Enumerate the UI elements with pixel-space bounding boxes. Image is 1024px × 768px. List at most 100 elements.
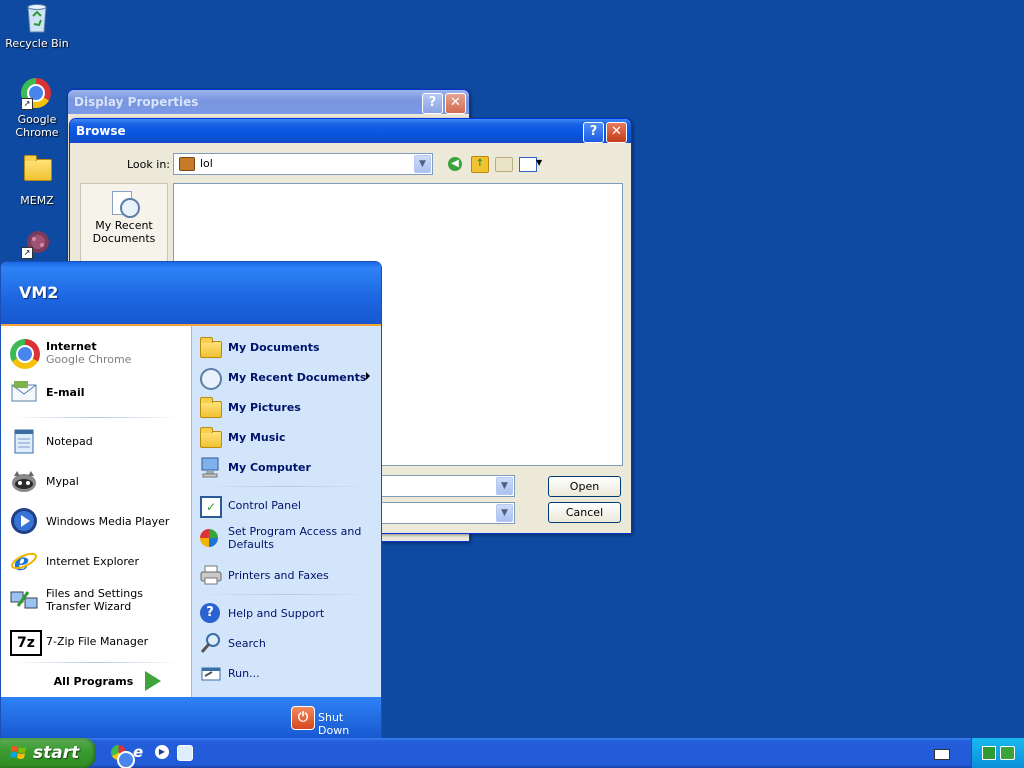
recent-item-mypal[interactable]: Mypal [1,464,190,498]
pinned-title: Internet [46,340,97,353]
recent-label: 7-Zip File Manager [46,634,149,648]
recent-label: Windows Media Player [46,514,170,528]
desktop-icon-recycle-bin[interactable]: Recycle Bin [0,2,74,50]
look-in-combo[interactable]: lol ▼ [173,153,433,175]
right-item-my-computer[interactable]: My Computer [192,452,381,482]
recent-item-notepad[interactable]: Notepad [1,424,190,458]
quicklaunch-ie-icon[interactable]: e [133,745,149,761]
right-label: My Documents [228,340,320,354]
start-button[interactable]: start [0,738,96,768]
right-item-help[interactable]: ? Help and Support [192,598,381,628]
display-properties-titlebar[interactable]: Display Properties ? ✕ [68,90,469,114]
right-item-printers[interactable]: Printers and Faxes [192,560,381,590]
ie-icon: e [10,547,38,576]
right-label: Help and Support [228,606,325,620]
recent-item-media-player[interactable]: Windows Media Player [1,504,190,538]
places-label: My Recent Documents [92,219,156,245]
start-menu-footer: ⏻ Shut Down [1,697,381,740]
my-computer-icon [200,456,222,478]
close-button[interactable]: ✕ [606,122,627,143]
submenu-arrow-icon [366,372,370,380]
shutdown-label: Shut Down [318,711,350,737]
file-name-combo[interactable]: ▼ [370,475,515,497]
pinned-item-internet[interactable]: Internet Google Chrome [1,336,190,370]
desktop-icon-virus[interactable]: ↗ [0,227,74,262]
my-pictures-icon [200,396,222,418]
windows-flag-icon [10,746,26,759]
recent-documents-icon [200,366,222,390]
back-icon[interactable]: ◀ [448,157,462,171]
help-button[interactable]: ? [422,93,443,114]
quicklaunch-chrome-icon[interactable] [111,745,133,767]
help-icon: ? [200,602,222,624]
chevron-down-icon[interactable]: ▼ [536,158,542,167]
quicklaunch-media-player-icon[interactable]: ▶ [155,745,171,761]
look-in-value: lol [200,157,213,170]
quicklaunch-mypal-icon[interactable] [177,745,193,761]
desktop-icon-chrome[interactable]: ↗ Google Chrome [0,78,74,139]
recent-label: Mypal [46,474,79,488]
briefcase-icon [179,157,195,171]
right-item-my-documents[interactable]: My Documents [192,332,381,362]
right-item-my-music[interactable]: My Music [192,422,381,452]
right-label: Run... [228,666,260,680]
7zip-icon: 7z [10,627,42,656]
folder-icon [21,155,53,191]
chevron-down-icon[interactable]: ▼ [496,504,513,522]
start-menu-header: VM2 [1,262,381,326]
start-menu[interactable]: VM2 Internet Google Chrome E-mail Notepad… [0,261,382,741]
open-button[interactable]: Open [548,476,621,497]
right-label: Set Program Access and Defaults [228,525,362,551]
chevron-down-icon[interactable]: ▼ [496,477,513,495]
chevron-down-icon[interactable]: ▼ [414,155,431,173]
right-label: Search [228,636,266,650]
separator [11,662,181,663]
up-folder-icon[interactable]: ↑ [471,156,489,173]
right-item-my-recent-documents[interactable]: My Recent Documents [192,362,381,392]
recent-item-transfer-wizard[interactable]: Files and Settings Transfer Wizard [1,582,190,618]
new-folder-icon[interactable] [495,157,513,172]
right-label: Printers and Faxes [228,568,329,582]
right-item-program-access[interactable]: Set Program Access and Defaults [192,520,381,556]
pinned-subtitle: Google Chrome [46,353,132,366]
program-access-icon [200,527,222,549]
desktop-icon-label: MEMZ [20,194,54,207]
places-item-recent[interactable]: My Recent Documents [81,189,167,245]
window-title: Browse [76,124,126,138]
view-menu-icon[interactable] [519,157,537,172]
files-of-type-combo[interactable]: ▼ [370,502,515,524]
right-item-control-panel[interactable]: ✓ Control Panel [192,490,381,520]
chrome-icon [10,339,40,369]
keyboard-icon[interactable] [934,749,950,760]
shortcut-arrow-icon: ↗ [21,247,33,259]
close-button[interactable]: ✕ [445,93,466,114]
recent-item-internet-explorer[interactable]: e Internet Explorer [1,544,190,578]
notepad-icon [10,427,38,455]
all-programs-button[interactable]: All Programs [1,666,190,696]
my-documents-icon [200,336,222,358]
separator [200,594,370,595]
cancel-button[interactable]: Cancel [548,502,621,523]
run-icon [200,662,222,684]
email-icon [10,378,38,406]
pinned-item-email[interactable]: E-mail [1,376,190,408]
right-item-run[interactable]: Run... [192,658,381,688]
start-menu-left-pane: Internet Google Chrome E-mail Notepad Myp… [1,326,190,697]
safely-remove-icon[interactable] [1000,746,1015,760]
recent-item-7zip[interactable]: 7z 7-Zip File Manager [1,624,190,658]
help-button[interactable]: ? [583,122,604,143]
shutdown-button[interactable]: ⏻ Shut Down [291,706,377,737]
desktop-icon-label: Google Chrome [15,113,59,139]
desktop-icon-memz[interactable]: MEMZ [0,153,74,207]
system-tray [971,738,1024,768]
right-item-my-pictures[interactable]: My Pictures [192,392,381,422]
right-item-search[interactable]: Search [192,628,381,658]
right-label: My Music [228,430,286,444]
recent-label: Files and Settings Transfer Wizard [46,587,143,613]
network-icon[interactable] [982,746,996,760]
control-panel-icon: ✓ [200,494,222,518]
look-in-label: Look in: [127,158,170,171]
browse-titlebar[interactable]: Browse ? ✕ [70,119,631,143]
user-name: VM2 [19,283,59,302]
window-title: Display Properties [74,95,199,109]
